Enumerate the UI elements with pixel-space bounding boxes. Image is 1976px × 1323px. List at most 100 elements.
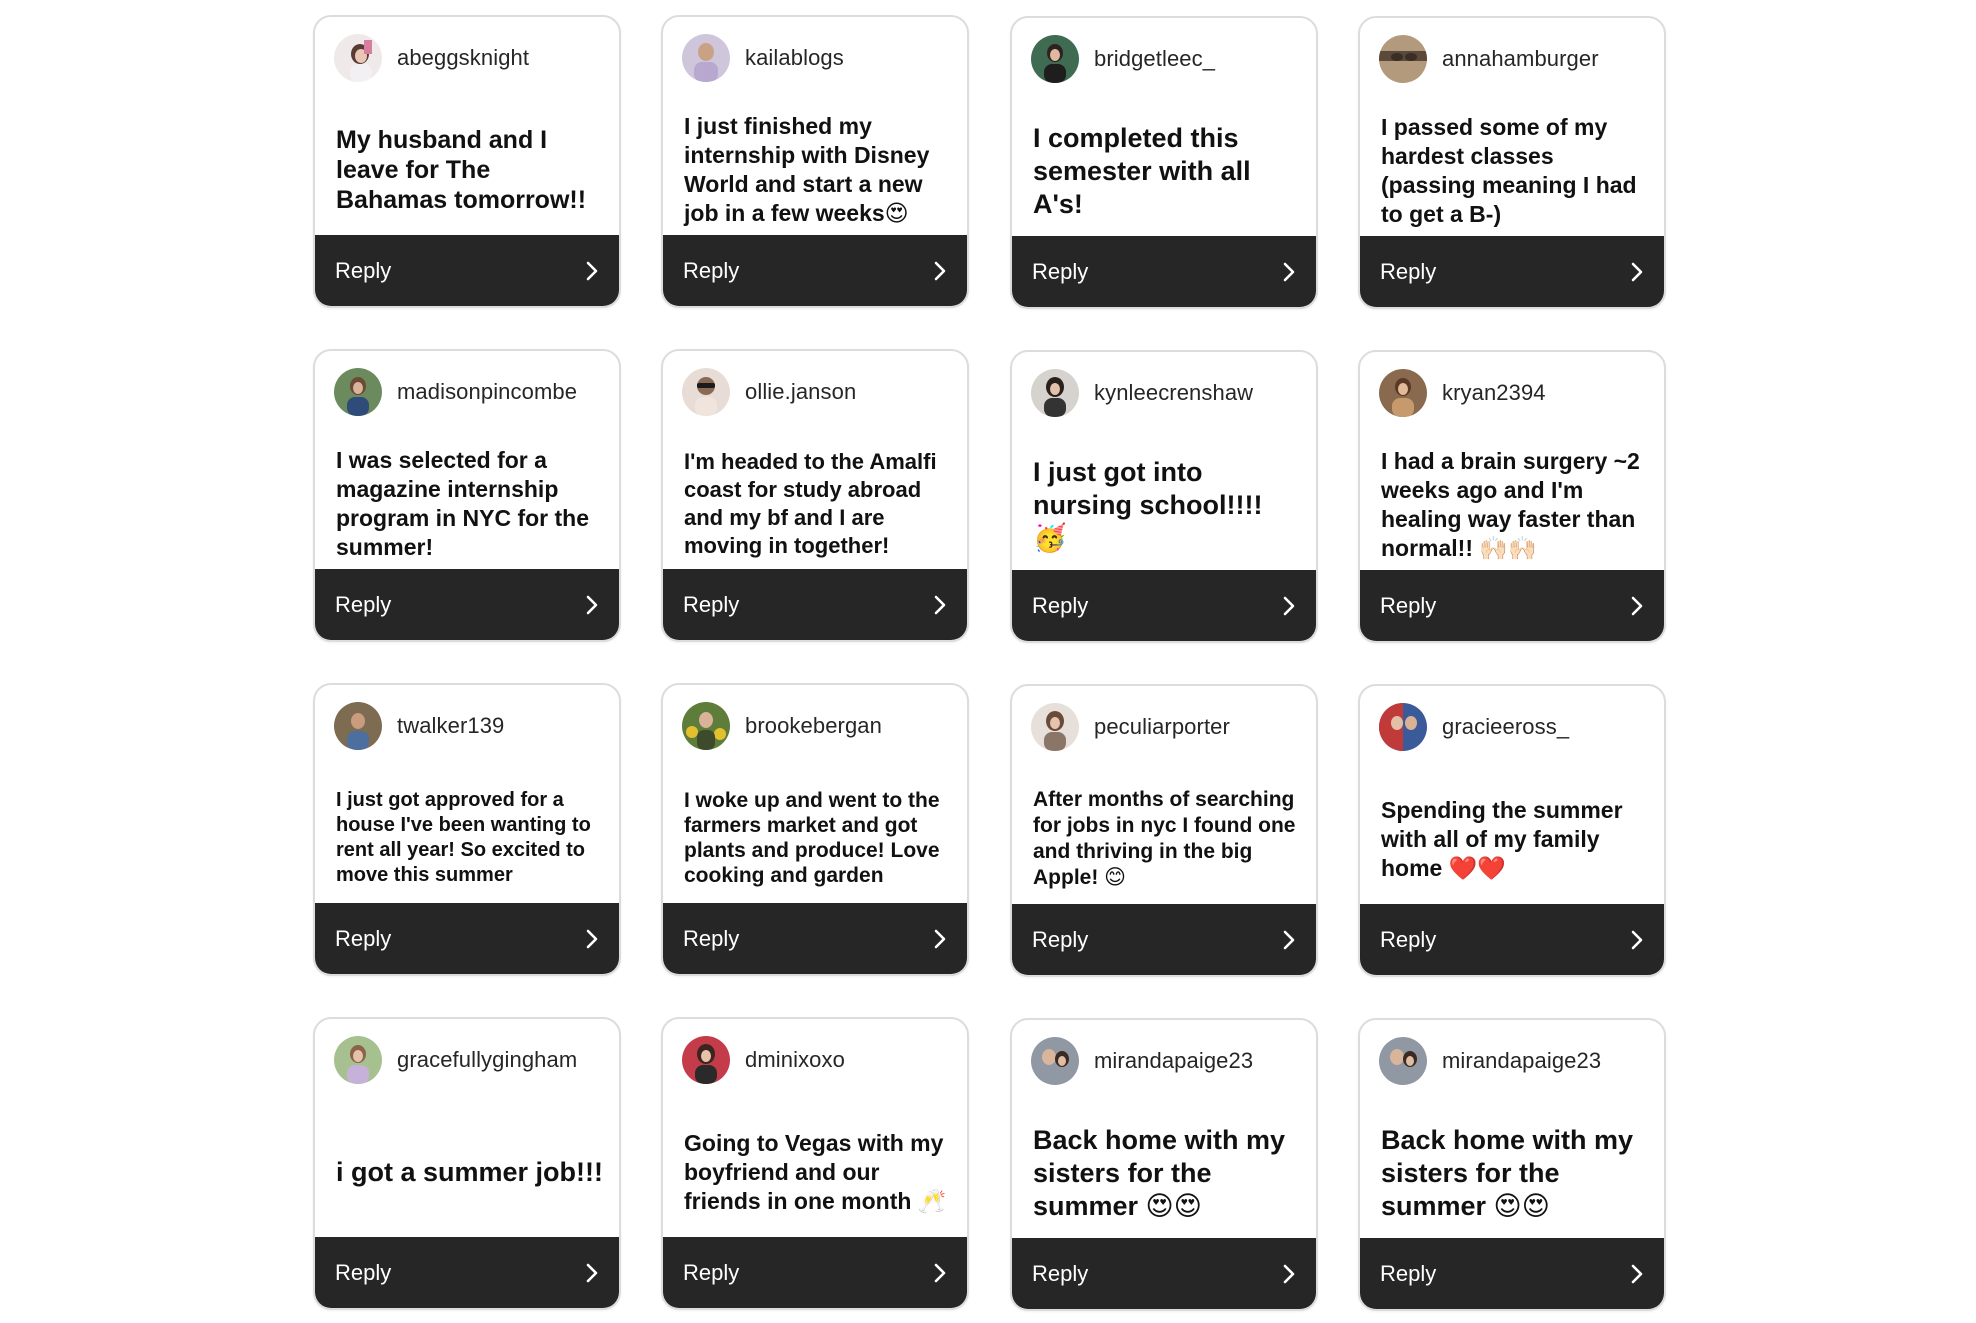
avatar[interactable] [682, 1036, 730, 1084]
reply-label: Reply [335, 591, 392, 617]
avatar[interactable] [682, 702, 730, 750]
avatar[interactable] [682, 34, 730, 82]
reply-message: My husband and I leave for The Bahamas t… [336, 126, 587, 214]
card-header: gracefullygingham [334, 1035, 609, 1085]
username[interactable]: gracefullygingham [397, 1047, 577, 1073]
chevron-right-icon [1283, 596, 1295, 615]
reply-button[interactable]: Reply [1012, 236, 1316, 307]
chevron-right-icon [1631, 1264, 1643, 1283]
avatar[interactable] [1031, 369, 1079, 417]
card-header: gracieeross_ [1379, 702, 1654, 752]
reply-button[interactable]: Reply [663, 903, 967, 974]
story-reply-card: abeggsknight My husband and I leave for … [313, 15, 621, 308]
reply-button[interactable]: Reply [315, 235, 619, 306]
reply-label: Reply [1380, 592, 1437, 618]
story-reply-card: mirandapaige23 Back home with my sisters… [1010, 1018, 1318, 1311]
card-header: ollie.janson [682, 367, 957, 417]
reply-message: I just got approved for a house I've bee… [336, 789, 591, 886]
avatar[interactable] [1379, 369, 1427, 417]
reply-message: Back home with my sisters for the summer… [1033, 1124, 1286, 1221]
reply-message: I'm headed to the Amalfi coast for study… [684, 449, 937, 558]
avatar[interactable] [1379, 703, 1427, 751]
reply-button[interactable]: Reply [1360, 904, 1664, 975]
reply-message: After months of searching for jobs in ny… [1033, 788, 1296, 889]
reply-label: Reply [683, 925, 740, 951]
reply-button[interactable]: Reply [1360, 1238, 1664, 1309]
reply-label: Reply [1032, 1260, 1089, 1286]
chevron-right-icon [1283, 1264, 1295, 1283]
reply-message: Spending the summer with all of my famil… [1381, 796, 1623, 881]
username[interactable]: gracieeross_ [1442, 714, 1569, 740]
username[interactable]: abeggsknight [397, 45, 529, 71]
avatar[interactable] [1379, 35, 1427, 83]
reply-message: I just got into nursing school!!!! 🥳 [1033, 456, 1263, 553]
reply-label: Reply [1380, 1260, 1437, 1286]
avatar[interactable] [1031, 1037, 1079, 1085]
avatar[interactable] [1031, 703, 1079, 751]
username[interactable]: mirandapaige23 [1442, 1048, 1601, 1074]
story-reply-card: twalker139 I just got approved for a hou… [313, 683, 621, 976]
username[interactable]: annahamburger [1442, 46, 1599, 72]
avatar[interactable] [334, 1036, 382, 1084]
chevron-right-icon [934, 261, 946, 280]
avatar[interactable] [334, 368, 382, 416]
reply-button[interactable]: Reply [1012, 1238, 1316, 1309]
card-header: kynleecrenshaw [1031, 368, 1306, 418]
reply-message: I woke up and went to the farmers market… [684, 789, 940, 887]
reply-label: Reply [1380, 926, 1437, 952]
reply-button[interactable]: Reply [315, 1237, 619, 1308]
story-reply-card: brookebergan I woke up and went to the f… [661, 683, 969, 976]
card-header: peculiarporter [1031, 702, 1306, 752]
reply-button[interactable]: Reply [663, 569, 967, 640]
chevron-right-icon [586, 1263, 598, 1282]
reply-label: Reply [335, 925, 392, 951]
reply-message: I completed this semester with all A's! [1033, 122, 1251, 219]
card-header: brookebergan [682, 701, 957, 751]
avatar[interactable] [1031, 35, 1079, 83]
reply-button[interactable]: Reply [1360, 570, 1664, 641]
reply-message: Back home with my sisters for the summer… [1381, 1124, 1634, 1221]
reply-label: Reply [683, 1259, 740, 1285]
reply-button[interactable]: Reply [663, 1237, 967, 1308]
username[interactable]: kynleecrenshaw [1094, 380, 1253, 406]
avatar[interactable] [334, 34, 382, 82]
story-reply-card: mirandapaige23 Back home with my sisters… [1358, 1018, 1666, 1311]
card-header: kailablogs [682, 33, 957, 83]
reply-label: Reply [1032, 258, 1089, 284]
reply-label: Reply [1032, 926, 1089, 952]
avatar[interactable] [334, 702, 382, 750]
reply-button[interactable]: Reply [315, 569, 619, 640]
reply-label: Reply [683, 591, 740, 617]
card-header: mirandapaige23 [1031, 1036, 1306, 1086]
username[interactable]: twalker139 [397, 713, 504, 739]
chevron-right-icon [586, 261, 598, 280]
reply-button[interactable]: Reply [663, 235, 967, 306]
card-header: bridgetleec_ [1031, 34, 1306, 84]
reply-button[interactable]: Reply [1360, 236, 1664, 307]
chevron-right-icon [1283, 262, 1295, 281]
chevron-right-icon [1283, 930, 1295, 949]
reply-message: I passed some of my hardest classes (pas… [1381, 114, 1637, 227]
chevron-right-icon [1631, 596, 1643, 615]
story-reply-card: gracefullygingham i got a summer job!!! … [313, 1017, 621, 1310]
username[interactable]: dminixoxo [745, 1047, 845, 1073]
username[interactable]: kryan2394 [1442, 380, 1546, 406]
reply-label: Reply [683, 257, 740, 283]
username[interactable]: bridgetleec_ [1094, 46, 1215, 72]
username[interactable]: ollie.janson [745, 379, 856, 405]
reply-button[interactable]: Reply [315, 903, 619, 974]
chevron-right-icon [934, 1263, 946, 1282]
username[interactable]: madisonpincombe [397, 379, 577, 405]
reply-button[interactable]: Reply [1012, 570, 1316, 641]
avatar[interactable] [682, 368, 730, 416]
username[interactable]: peculiarporter [1094, 714, 1230, 740]
card-header: annahamburger [1379, 34, 1654, 84]
username[interactable]: brookebergan [745, 713, 882, 739]
username[interactable]: kailablogs [745, 45, 844, 71]
story-reply-card: dminixoxo Going to Vegas with my boyfrie… [661, 1017, 969, 1310]
chevron-right-icon [1631, 930, 1643, 949]
reply-button[interactable]: Reply [1012, 904, 1316, 975]
avatar[interactable] [1379, 1037, 1427, 1085]
username[interactable]: mirandapaige23 [1094, 1048, 1253, 1074]
chevron-right-icon [586, 929, 598, 948]
